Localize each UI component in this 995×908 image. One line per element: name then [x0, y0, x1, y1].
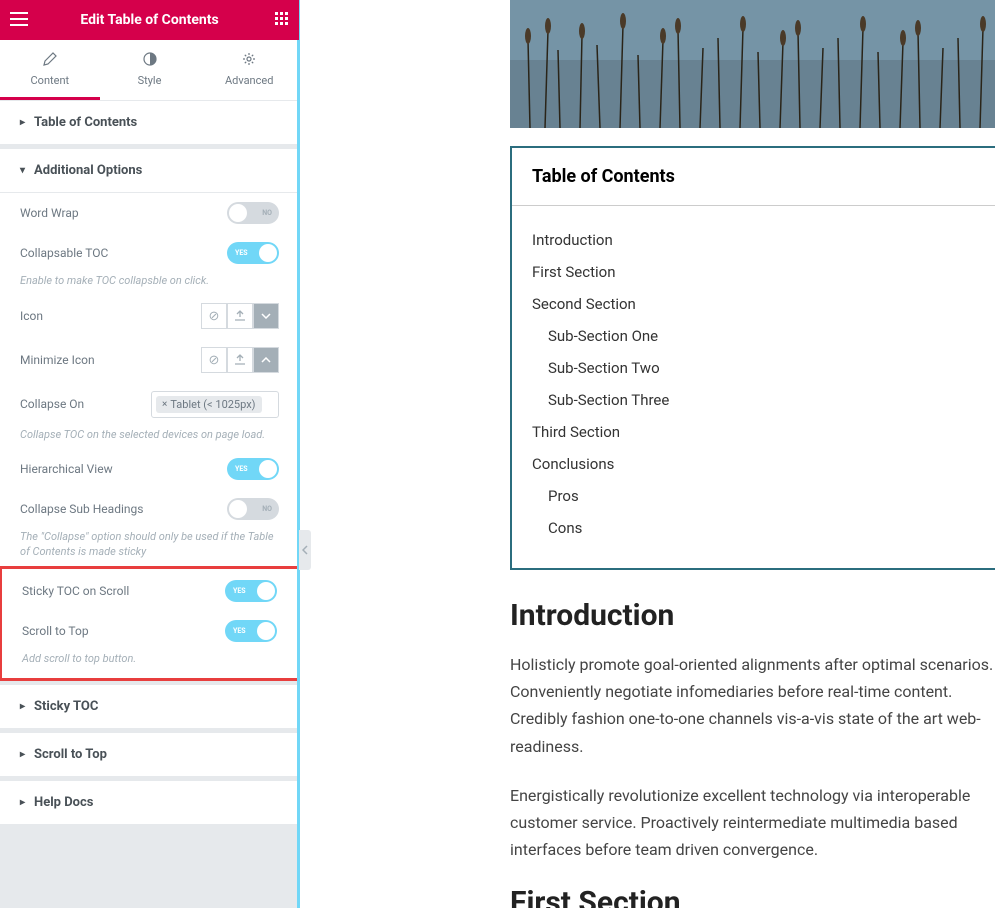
section-additional-label: Additional Options — [34, 163, 142, 178]
caret-right-icon: ▸ — [20, 749, 25, 760]
toc-list: Introduction First Section Second Sectio… — [512, 206, 995, 568]
section-help[interactable]: ▸ Help Docs — [0, 781, 299, 825]
collapse-on-input[interactable]: ×Tablet (< 1025px) — [151, 391, 279, 418]
sticky-scroll-toggle[interactable]: YES — [225, 580, 277, 602]
article-paragraph: Energistically revolutionize excellent t… — [510, 782, 995, 864]
control-hierarchical: Hierarchical View YES — [0, 449, 299, 489]
toc-title: Table of Contents — [512, 148, 995, 206]
hero-image — [510, 0, 995, 128]
caret-right-icon: ▸ — [20, 701, 25, 712]
section-scroll-top[interactable]: ▸ Scroll to Top — [0, 733, 299, 777]
min-icon-upload-button[interactable] — [227, 347, 253, 373]
control-collapse-on: Collapse On ×Tablet (< 1025px) — [0, 382, 299, 427]
toc-widget: Table of Contents Introduction First Sec… — [510, 146, 995, 570]
tab-bar: Content Style Advanced — [0, 40, 299, 101]
apps-icon[interactable] — [275, 11, 289, 30]
tag-remove-icon[interactable]: × — [162, 399, 167, 410]
min-icon-none-button[interactable]: ⊘ — [201, 347, 227, 373]
control-scroll-top: Scroll to Top YES — [2, 611, 297, 651]
scroll-top-desc: Add scroll to top button. — [2, 651, 297, 672]
section-toc-label: Table of Contents — [34, 115, 137, 130]
toc-sub-item[interactable]: Sub-Section Three — [532, 384, 975, 416]
menu-icon[interactable] — [10, 11, 28, 30]
section-toc[interactable]: ▸ Table of Contents — [0, 101, 299, 145]
toc-item[interactable]: Conclusions — [532, 448, 975, 480]
toc-sub-item[interactable]: Cons — [532, 512, 975, 544]
toc-sub-item[interactable]: Sub-Section One — [532, 320, 975, 352]
word-wrap-label: Word Wrap — [20, 206, 79, 220]
panel-collapse-handle[interactable] — [299, 530, 311, 570]
scroll-top-toggle[interactable]: YES — [225, 620, 277, 642]
article-heading: First Section — [510, 885, 995, 908]
collapse-on-label: Collapse On — [20, 391, 84, 411]
panel-header: Edit Table of Contents — [0, 0, 299, 40]
gear-icon — [199, 52, 299, 69]
article-body: Introduction Holisticly promote goal-ori… — [510, 570, 995, 908]
toc-sub-item[interactable]: Sub-Section Two — [532, 352, 975, 384]
word-wrap-toggle[interactable]: NO — [227, 202, 279, 224]
pencil-icon — [0, 52, 100, 69]
article-heading: Introduction — [510, 598, 995, 633]
highlighted-controls: Sticky TOC on Scroll YES Scroll to Top Y… — [0, 566, 299, 681]
sidebar-edge — [297, 0, 300, 908]
scroll-top-label: Scroll to Top — [22, 624, 89, 638]
minimize-icon-label: Minimize Icon — [20, 353, 95, 367]
toc-item[interactable]: Second Section — [532, 288, 975, 320]
caret-right-icon: ▸ — [20, 797, 25, 808]
collapse-sub-toggle[interactable]: NO — [227, 498, 279, 520]
tab-advanced-label: Advanced — [225, 74, 273, 87]
panel-scroll: ▸ Table of Contents ▾ Additional Options… — [0, 101, 299, 908]
control-sticky-scroll: Sticky TOC on Scroll YES — [2, 571, 297, 611]
section-sticky-label: Sticky TOC — [34, 699, 98, 714]
collapsable-label: Collapsable TOC — [20, 246, 108, 260]
collapse-sub-desc: The "Collapse" option should only be use… — [0, 529, 299, 566]
icon-upload-button[interactable] — [227, 303, 253, 329]
collapsable-toggle[interactable]: YES — [227, 242, 279, 264]
hierarchical-toggle[interactable]: YES — [227, 458, 279, 480]
caret-down-icon: ▾ — [20, 165, 25, 176]
contrast-icon — [100, 52, 200, 69]
tab-style[interactable]: Style — [100, 40, 200, 100]
tab-style-label: Style — [138, 74, 162, 87]
preview-area: Table of Contents Introduction First Sec… — [300, 0, 995, 908]
hierarchical-label: Hierarchical View — [20, 462, 113, 476]
control-icon: Icon ⊘ — [0, 294, 299, 338]
editor-sidebar: Edit Table of Contents Content Style — [0, 0, 300, 908]
tab-content-label: Content — [31, 74, 70, 87]
panel-title: Edit Table of Contents — [80, 12, 218, 28]
icon-dropdown-button[interactable] — [253, 303, 279, 329]
control-minimize-icon: Minimize Icon ⊘ — [0, 338, 299, 382]
toc-sub-item[interactable]: Pros — [532, 480, 975, 512]
min-icon-collapse-button[interactable] — [253, 347, 279, 373]
section-sticky[interactable]: ▸ Sticky TOC — [0, 685, 299, 729]
toc-item[interactable]: First Section — [532, 256, 975, 288]
tab-content[interactable]: Content — [0, 40, 100, 100]
icon-none-button[interactable]: ⊘ — [201, 303, 227, 329]
toc-item[interactable]: Third Section — [532, 416, 975, 448]
section-scroll-top-label: Scroll to Top — [34, 747, 107, 762]
tab-advanced[interactable]: Advanced — [199, 40, 299, 100]
icon-label: Icon — [20, 309, 43, 323]
collapsable-desc: Enable to make TOC collapsble on click. — [0, 273, 299, 294]
caret-right-icon: ▸ — [20, 117, 25, 128]
control-word-wrap: Word Wrap NO — [0, 193, 299, 233]
article-paragraph: Holisticly promote goal-oriented alignme… — [510, 651, 995, 760]
toc-item[interactable]: Introduction — [532, 224, 975, 256]
collapse-on-tag: Tablet (< 1025px) — [170, 398, 255, 411]
sticky-scroll-label: Sticky TOC on Scroll — [22, 584, 129, 598]
control-collapsable: Collapsable TOC YES — [0, 233, 299, 273]
section-additional[interactable]: ▾ Additional Options — [0, 149, 299, 193]
section-help-label: Help Docs — [34, 795, 93, 810]
control-collapse-sub: Collapse Sub Headings NO — [0, 489, 299, 529]
collapse-on-desc: Collapse TOC on the selected devices on … — [0, 427, 299, 448]
collapse-sub-label: Collapse Sub Headings — [20, 502, 143, 516]
